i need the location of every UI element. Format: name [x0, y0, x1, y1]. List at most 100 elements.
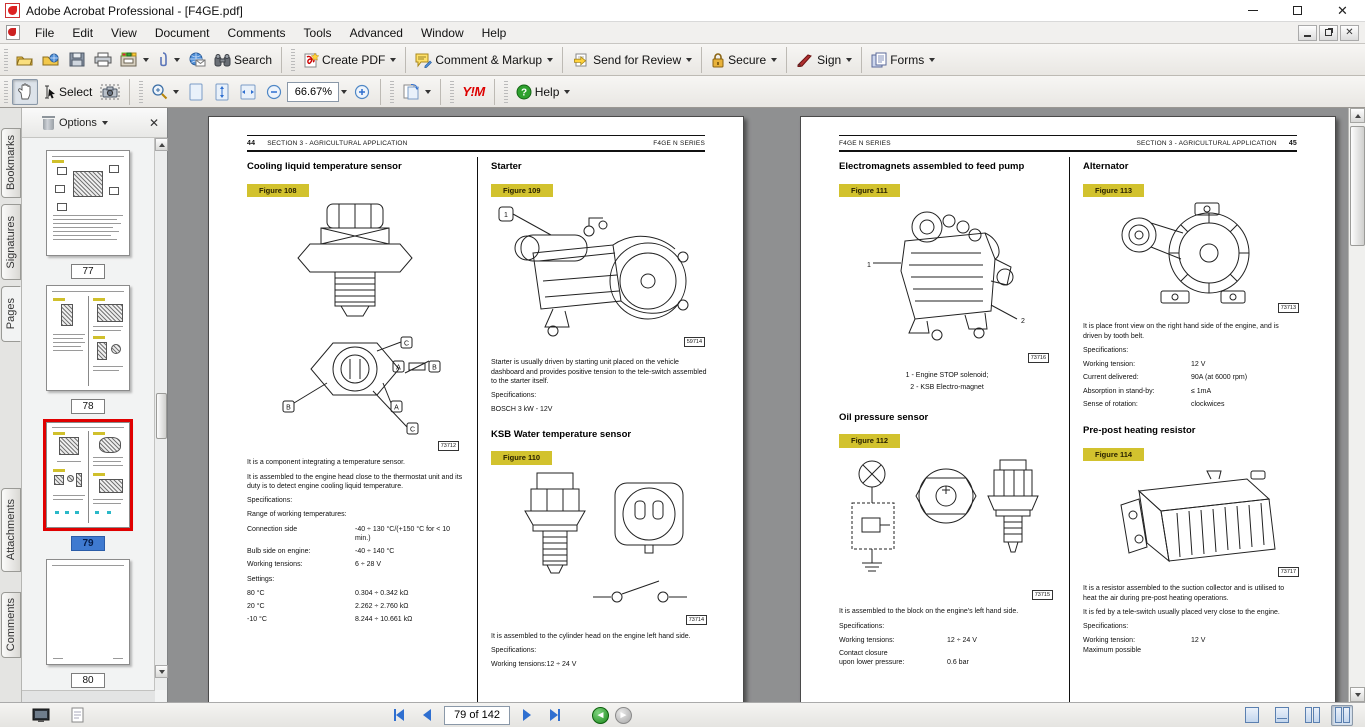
toolbar-grip[interactable]	[4, 49, 8, 71]
delete-page-icon[interactable]	[42, 116, 55, 130]
next-view-button[interactable]: ►	[615, 707, 632, 724]
toolbar-grip[interactable]	[4, 81, 8, 103]
select-tool-button[interactable]: Select	[38, 79, 96, 105]
pdf-page-left[interactable]: 44 SECTION 3 - AGRICULTURAL APPLICATION …	[208, 116, 744, 702]
facing-layout-button[interactable]	[1331, 705, 1353, 726]
page-78-thumbnail[interactable]	[46, 285, 130, 391]
fullscreen-view-button[interactable]	[30, 705, 52, 726]
document-scrollbar[interactable]	[1348, 108, 1365, 702]
sign-dropdown-arrow[interactable]	[846, 58, 852, 62]
panel-hscrollbar[interactable]	[22, 690, 155, 702]
last-page-button[interactable]	[544, 705, 566, 726]
menu-document[interactable]: Document	[146, 23, 219, 43]
tab-bookmarks[interactable]: Bookmarks	[1, 128, 21, 198]
minimize-button[interactable]	[1230, 0, 1275, 21]
panel-scroll-down[interactable]	[155, 665, 168, 678]
toolbar-grip[interactable]	[504, 81, 508, 103]
organizer-dropdown-arrow[interactable]	[143, 58, 149, 62]
help-button[interactable]: ? Help	[512, 79, 575, 105]
page-display-button[interactable]	[398, 79, 435, 105]
sign-button[interactable]: Sign	[792, 47, 856, 73]
panel-scroll-thumb[interactable]	[156, 393, 167, 439]
close-panel-button[interactable]: ✕	[149, 116, 159, 130]
fit-page-button[interactable]	[209, 79, 235, 105]
menu-help[interactable]: Help	[473, 23, 516, 43]
continuous-facing-layout-button[interactable]	[1301, 705, 1323, 726]
forms-dropdown-arrow[interactable]	[929, 58, 935, 62]
menu-comments[interactable]: Comments	[219, 23, 295, 43]
tab-pages[interactable]: Pages	[1, 286, 21, 342]
page-79-thumbnail[interactable]	[46, 422, 130, 528]
continuous-layout-button[interactable]	[1271, 705, 1293, 726]
send-review-button[interactable]: Send for Review	[568, 47, 696, 73]
page-77-label[interactable]: 77	[71, 264, 105, 279]
previous-view-button[interactable]: ◄	[592, 707, 609, 724]
create-pdf-button[interactable]: Create PDF	[299, 47, 400, 73]
zoom-level-input[interactable]	[287, 82, 339, 102]
menu-window[interactable]: Window	[412, 23, 473, 43]
maximize-button[interactable]	[1275, 0, 1320, 21]
send-review-dropdown-arrow[interactable]	[686, 58, 692, 62]
next-page-button[interactable]	[516, 705, 538, 726]
page-80-thumbnail[interactable]	[46, 559, 130, 665]
organizer-button[interactable]	[116, 47, 153, 73]
scroll-thumb[interactable]	[1350, 126, 1365, 246]
single-page-layout-button[interactable]	[1241, 705, 1263, 726]
search-button[interactable]: Search	[210, 47, 276, 73]
forms-button[interactable]: Forms	[867, 47, 939, 73]
toolbar-grip[interactable]	[450, 81, 454, 103]
fit-width-button[interactable]	[235, 79, 261, 105]
menu-tools[interactable]: Tools	[295, 23, 341, 43]
snapshot-button[interactable]	[96, 79, 124, 105]
zoom-tool-button[interactable]	[147, 79, 183, 105]
zoom-out-button[interactable]	[261, 79, 287, 105]
save-button[interactable]	[64, 47, 90, 73]
attach-dropdown-arrow[interactable]	[174, 58, 180, 62]
page-78-label[interactable]: 78	[71, 399, 105, 414]
help-dropdown-arrow[interactable]	[564, 90, 570, 94]
toolbar-grip[interactable]	[139, 81, 143, 103]
secure-button[interactable]: Secure	[707, 47, 781, 73]
zoom-level-dropdown-arrow[interactable]	[341, 90, 347, 94]
page-77-thumbnail[interactable]	[46, 150, 130, 256]
close-button[interactable]: ✕	[1320, 0, 1365, 21]
page-79-label[interactable]: 79	[71, 536, 105, 551]
doc-restore-button[interactable]	[1319, 25, 1338, 41]
page-80-label[interactable]: 80	[71, 673, 105, 688]
comment-markup-button[interactable]: Comment & Markup	[411, 47, 557, 73]
page-view-button[interactable]	[66, 705, 88, 726]
menu-view[interactable]: View	[102, 23, 146, 43]
menu-file[interactable]: File	[26, 23, 63, 43]
print-button[interactable]	[90, 47, 116, 73]
create-pdf-dropdown-arrow[interactable]	[390, 58, 396, 62]
previous-page-button[interactable]	[416, 705, 438, 726]
doc-minimize-button[interactable]	[1298, 25, 1317, 41]
open-button[interactable]	[12, 47, 38, 73]
hand-tool-button[interactable]	[12, 79, 38, 105]
tab-comments[interactable]: Comments	[1, 592, 21, 658]
pdf-page-right[interactable]: F4GE N SERIES SECTION 3 - AGRICULTURAL A…	[800, 116, 1336, 702]
options-button[interactable]: Options	[55, 115, 112, 131]
tab-attachments[interactable]: Attachments	[1, 488, 21, 572]
panel-scroll-up[interactable]	[155, 138, 168, 151]
yahoo-toolbar-button[interactable]: Y!M	[458, 79, 488, 105]
page-display-dropdown-arrow[interactable]	[425, 90, 431, 94]
tab-signatures[interactable]: Signatures	[1, 204, 21, 280]
toolbar-grip[interactable]	[291, 49, 295, 71]
secure-dropdown-arrow[interactable]	[771, 58, 777, 62]
zoom-tool-dropdown-arrow[interactable]	[173, 90, 179, 94]
menu-edit[interactable]: Edit	[63, 23, 102, 43]
scroll-down-button[interactable]	[1350, 687, 1365, 702]
document-pane[interactable]: 44 SECTION 3 - AGRICULTURAL APPLICATION …	[168, 108, 1348, 702]
open-web-button[interactable]	[38, 47, 64, 73]
actual-size-button[interactable]	[183, 79, 209, 105]
zoom-in-button[interactable]	[349, 79, 375, 105]
panel-scrollbar[interactable]	[154, 138, 167, 690]
toolbar-grip[interactable]	[390, 81, 394, 103]
menu-advanced[interactable]: Advanced	[341, 23, 412, 43]
first-page-button[interactable]	[388, 705, 410, 726]
doc-close-button[interactable]: ✕	[1340, 25, 1359, 41]
attach-button[interactable]	[153, 47, 184, 73]
comment-markup-dropdown-arrow[interactable]	[547, 58, 553, 62]
email-button[interactable]	[184, 47, 210, 73]
